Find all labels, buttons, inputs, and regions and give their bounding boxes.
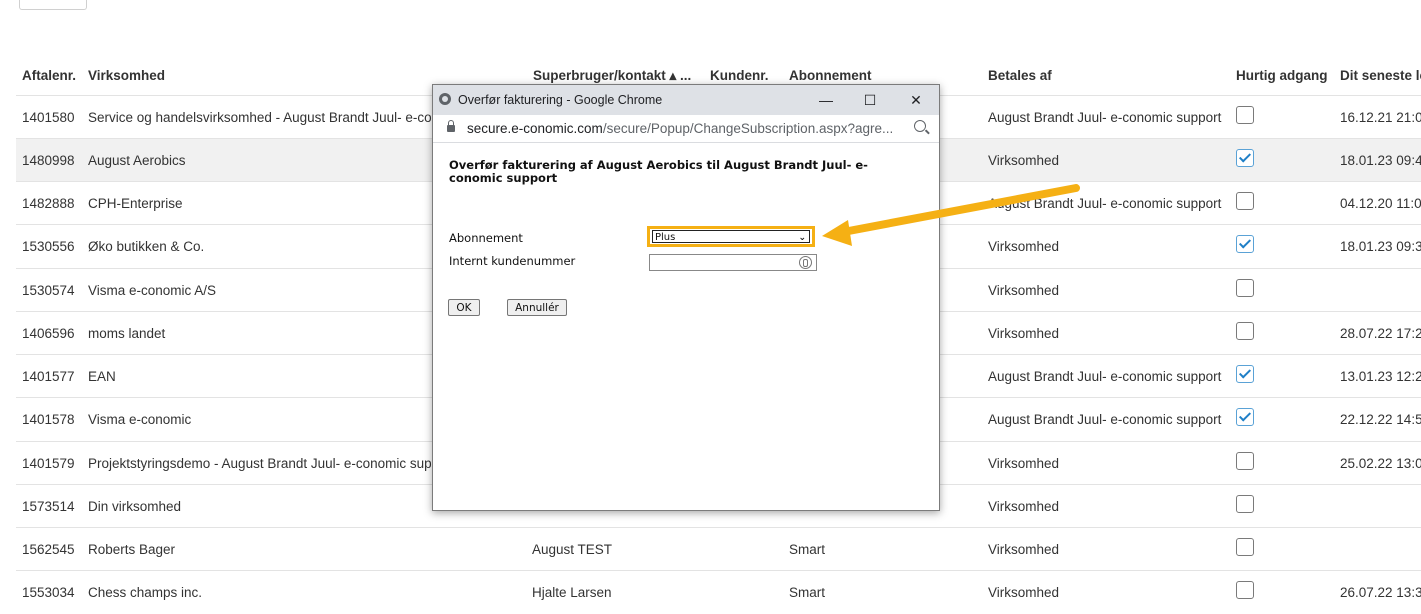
abonnement-selected-value: Plus bbox=[655, 232, 676, 243]
abonnement-highlight: Plus ⌄ bbox=[647, 226, 815, 247]
column-dit-seneste[interactable]: Dit seneste lo bbox=[1340, 68, 1421, 83]
last-login: 26.07.22 13:3 bbox=[1340, 585, 1421, 600]
lock-icon bbox=[447, 120, 455, 132]
last-login: 22.12.22 14:5 bbox=[1340, 412, 1421, 427]
last-login: 04.12.20 11:0 bbox=[1340, 196, 1421, 211]
agreement-number: 1480998 bbox=[22, 153, 75, 168]
paid-by: Virksomhed bbox=[988, 542, 1060, 557]
column-betales-af[interactable]: Betales af bbox=[988, 68, 1052, 83]
column-hurtig-adgang[interactable]: Hurtig adgang bbox=[1236, 68, 1328, 83]
password-manager-icon[interactable] bbox=[799, 256, 812, 269]
agreement-number: 1530556 bbox=[22, 239, 75, 254]
last-login: 28.07.22 17:2 bbox=[1340, 326, 1421, 341]
last-login: 16.12.21 21:0 bbox=[1340, 110, 1421, 125]
abonnement-select[interactable]: Plus ⌄ bbox=[652, 230, 810, 243]
paid-by: August Brandt Juul- e-conomic support bbox=[988, 110, 1222, 125]
quick-access-checkbox[interactable] bbox=[1236, 149, 1254, 167]
transfer-billing-popup: Overfør fakturering - Google Chrome — ☐ … bbox=[432, 84, 940, 511]
agreement-number: 1401577 bbox=[22, 369, 75, 384]
last-login: 18.01.23 09:3 bbox=[1340, 239, 1421, 254]
paid-by: August Brandt Juul- e-conomic support bbox=[988, 196, 1222, 211]
kundenummer-input[interactable] bbox=[649, 254, 817, 271]
quick-access-checkbox[interactable] bbox=[1236, 365, 1254, 383]
minimize-button[interactable]: — bbox=[803, 85, 849, 115]
paid-by: Virksomhed bbox=[988, 499, 1060, 514]
subscription: Smart bbox=[789, 542, 826, 557]
agreement-number: 1562545 bbox=[22, 542, 75, 557]
url-bar[interactable]: secure.e-conomic.com/secure/Popup/Change… bbox=[433, 115, 939, 143]
popup-titlebar[interactable]: Overfør fakturering - Google Chrome — ☐ … bbox=[433, 85, 939, 115]
abonnement-label: Abonnement bbox=[449, 231, 523, 245]
subscription: Smart bbox=[789, 585, 826, 600]
ok-button[interactable]: OK bbox=[448, 299, 480, 316]
paid-by: Virksomhed bbox=[988, 283, 1060, 298]
column-aftalenr[interactable]: Aftalenr. bbox=[22, 68, 76, 83]
zoom-icon[interactable] bbox=[914, 120, 926, 132]
paid-by: August Brandt Juul- e-conomic support bbox=[988, 369, 1222, 384]
kundenummer-label: Internt kundenummer bbox=[449, 254, 576, 268]
table-row[interactable]: 1553034 Chess champs inc. Hjalte Larsen Sma… bbox=[16, 570, 1421, 614]
popup-heading: Overfør fakturering af August Aerobics t… bbox=[449, 158, 868, 185]
quick-access-checkbox[interactable] bbox=[1236, 322, 1254, 340]
quick-access-checkbox[interactable] bbox=[1236, 279, 1254, 297]
quick-access-checkbox[interactable] bbox=[1236, 495, 1254, 513]
column-superbruger[interactable]: Superbruger/kontakt ▴ ... bbox=[533, 68, 691, 84]
agreement-number: 1401578 bbox=[22, 412, 75, 427]
agreement-number: 1573514 bbox=[22, 499, 75, 514]
column-abonnement[interactable]: Abonnement bbox=[789, 68, 872, 83]
table-row[interactable]: 1562545 Roberts Bager August TEST Smart Virk… bbox=[16, 527, 1421, 571]
superuser-contact: August TEST bbox=[532, 542, 613, 557]
column-virksomhed[interactable]: Virksomhed bbox=[88, 68, 165, 83]
superuser-contact: Hjalte Larsen bbox=[532, 585, 612, 600]
paid-by: Virksomhed bbox=[988, 456, 1060, 471]
last-login: 18.01.23 09:4 bbox=[1340, 153, 1421, 168]
quick-access-checkbox[interactable] bbox=[1236, 581, 1254, 599]
quick-access-checkbox[interactable] bbox=[1236, 192, 1254, 210]
agreement-number: 1401579 bbox=[22, 456, 75, 471]
chevron-down-icon: ⌄ bbox=[798, 233, 806, 243]
column-kundenr[interactable]: Kundenr. bbox=[710, 68, 769, 83]
paid-by: Virksomhed bbox=[988, 239, 1060, 254]
paid-by: Virksomhed bbox=[988, 585, 1060, 600]
company-name[interactable]: Chess champs inc. bbox=[88, 585, 533, 600]
quick-access-checkbox[interactable] bbox=[1236, 408, 1254, 426]
last-login: 25.02.22 13:0 bbox=[1340, 456, 1421, 471]
paid-by: August Brandt Juul- e-conomic support bbox=[988, 412, 1222, 427]
quick-access-checkbox[interactable] bbox=[1236, 538, 1254, 556]
agreement-number: 1406596 bbox=[22, 326, 75, 341]
agreement-number: 1401580 bbox=[22, 110, 75, 125]
last-login: 13.01.23 12:2 bbox=[1340, 369, 1421, 384]
url-text: secure.e-conomic.com/secure/Popup/Change… bbox=[467, 121, 894, 136]
popup-window-title: Overfør fakturering - Google Chrome bbox=[458, 93, 663, 107]
agreement-number: 1553034 bbox=[22, 585, 75, 600]
top-button[interactable] bbox=[19, 0, 87, 10]
cancel-button[interactable]: Annullér bbox=[507, 299, 567, 316]
quick-access-checkbox[interactable] bbox=[1236, 235, 1254, 253]
close-button[interactable]: ✕ bbox=[893, 85, 939, 115]
paid-by: Virksomhed bbox=[988, 326, 1060, 341]
agreement-number: 1530574 bbox=[22, 283, 75, 298]
maximize-button[interactable]: ☐ bbox=[847, 85, 893, 115]
company-name[interactable]: Roberts Bager bbox=[88, 542, 533, 557]
quick-access-checkbox[interactable] bbox=[1236, 106, 1254, 124]
quick-access-checkbox[interactable] bbox=[1236, 452, 1254, 470]
chrome-globe-icon bbox=[439, 93, 451, 105]
paid-by: Virksomhed bbox=[988, 153, 1060, 168]
agreement-number: 1482888 bbox=[22, 196, 75, 211]
